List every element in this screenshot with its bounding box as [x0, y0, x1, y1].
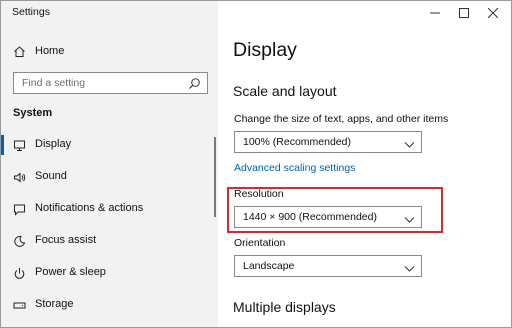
minimize-button[interactable] — [427, 5, 443, 21]
chevron-down-icon — [404, 261, 415, 272]
sidebar-item-power-sleep[interactable]: Power & sleep — [1, 259, 218, 287]
search-placeholder: Find a setting — [22, 77, 86, 89]
resolution-label: Resolution — [234, 188, 284, 200]
sidebar-item-label: Focus assist — [35, 234, 97, 246]
close-button[interactable] — [485, 5, 501, 21]
storage-icon — [12, 298, 26, 312]
scale-dropdown-value: 100% (Recommended) — [243, 136, 351, 148]
chevron-down-icon — [404, 212, 415, 223]
orientation-dropdown-value: Landscape — [243, 260, 295, 272]
sidebar-item-display[interactable]: Display — [1, 131, 218, 159]
multiple-displays-heading: Multiple displays — [233, 299, 336, 315]
sidebar-item-label: Power & sleep — [35, 266, 106, 278]
speaker-icon — [12, 170, 26, 184]
resolution-dropdown[interactable]: 1440 × 900 (Recommended) — [234, 206, 422, 228]
maximize-button[interactable] — [456, 5, 472, 21]
chevron-down-icon — [404, 137, 415, 148]
settings-window: Settings Home Find a setting System Disp… — [0, 0, 512, 328]
scale-dropdown[interactable]: 100% (Recommended) — [234, 131, 422, 153]
power-icon — [12, 266, 26, 280]
sidebar-home-label: Home — [35, 45, 65, 57]
sidebar-item-label: Sound — [35, 170, 67, 182]
main-content: Display Scale and layout Change the size… — [218, 1, 511, 327]
sidebar-item-storage[interactable]: Storage — [1, 291, 218, 319]
sidebar-item-focus-assist[interactable]: Focus assist — [1, 227, 218, 255]
sidebar: Settings Home Find a setting System Disp… — [1, 1, 218, 327]
sidebar-scrollbar[interactable] — [214, 137, 216, 217]
sidebar-item-label: Notifications & actions — [35, 202, 144, 214]
minimize-icon — [430, 12, 440, 14]
sidebar-item-sound[interactable]: Sound — [1, 163, 218, 191]
search-input[interactable]: Find a setting — [13, 72, 208, 94]
resolution-dropdown-value: 1440 × 900 (Recommended) — [243, 211, 377, 223]
page-title: Display — [233, 39, 297, 61]
sidebar-item-label: Storage — [35, 298, 74, 310]
active-indicator — [1, 135, 4, 155]
monitor-icon — [12, 138, 26, 152]
section-title-system: System — [13, 107, 53, 119]
scale-layout-heading: Scale and layout — [233, 83, 337, 99]
maximize-icon — [459, 8, 469, 18]
sidebar-item-home[interactable]: Home — [1, 39, 218, 63]
orientation-label: Orientation — [234, 237, 286, 249]
notification-icon — [12, 202, 26, 216]
home-icon — [12, 44, 26, 58]
orientation-dropdown[interactable]: Landscape — [234, 255, 422, 277]
sidebar-item-notifications[interactable]: Notifications & actions — [1, 195, 218, 223]
moon-icon — [12, 234, 26, 248]
sidebar-item-label: Display — [35, 138, 72, 150]
scale-label: Change the size of text, apps, and other… — [234, 113, 449, 125]
search-icon[interactable] — [188, 77, 201, 90]
close-icon — [488, 8, 498, 18]
advanced-scaling-link[interactable]: Advanced scaling settings — [234, 162, 355, 174]
window-title: Settings — [12, 6, 50, 18]
